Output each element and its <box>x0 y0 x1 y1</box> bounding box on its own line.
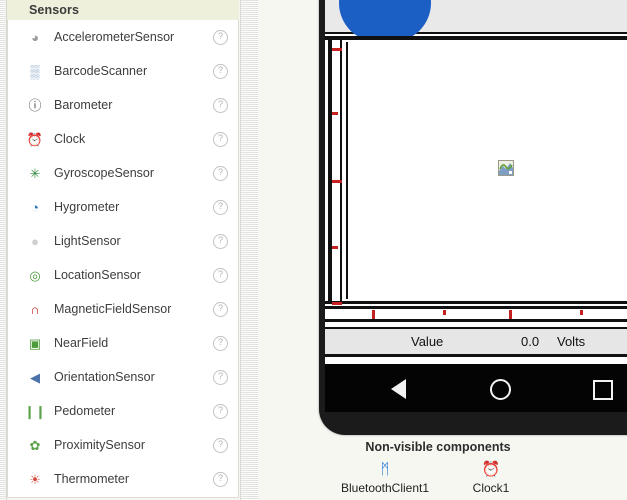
app-designer-root: Sensors ◕ AccelerometerSensor? ▒ BarcodeSca… <box>0 0 627 500</box>
help-icon[interactable]: ? <box>213 131 228 147</box>
barometer-icon: ⓘ <box>28 97 42 113</box>
vertical-tick <box>332 246 338 249</box>
canvas-container[interactable] <box>325 36 627 305</box>
help-icon[interactable]: ? <box>213 403 228 419</box>
help-icon[interactable]: ? <box>213 369 228 385</box>
viewer-panel: Value 0.0 Volts Non-visible components ᛗ… <box>249 0 627 500</box>
palette-item-thermometer[interactable]: ☀ Thermometer? <box>8 462 238 496</box>
palette-item-label: AccelerometerSensor <box>54 30 175 44</box>
palette-item-label: Clock <box>54 132 86 146</box>
palette-item-pedometer[interactable]: ❙❙ Pedometer? <box>8 394 238 428</box>
palette-item-label: BarcodeScanner <box>54 64 148 78</box>
canvas-surface[interactable] <box>346 42 627 299</box>
palette-item-nearfield[interactable]: ▣ NearField? <box>8 326 238 360</box>
clock-icon: ⏰ <box>26 131 44 147</box>
location-sensor-icon: ◎ <box>29 267 41 283</box>
help-icon[interactable]: ? <box>213 301 228 317</box>
horizontal-tick <box>372 310 375 319</box>
vertical-tick <box>332 48 342 51</box>
palette-item-label: MagneticFieldSensor <box>54 302 172 316</box>
non-visible-title: Non-visible components <box>365 440 511 454</box>
palette-item-label: LocationSensor <box>54 268 141 282</box>
non-visible-components-section: Non-visible components ᛗ BluetoothClient1… <box>249 438 627 500</box>
recent-square-icon[interactable] <box>593 380 613 400</box>
orientation-sensor-icon: ◀ <box>30 369 40 385</box>
horizontal-tick <box>509 310 512 319</box>
near-field-icon: ▣ <box>28 335 42 351</box>
phone-screen[interactable]: Value 0.0 Volts <box>325 0 627 364</box>
vertical-tick <box>332 180 342 183</box>
non-visible-item[interactable]: ⏰ Clock1 <box>445 461 537 495</box>
palette-item-label: NearField <box>54 336 109 350</box>
horizontal-ruler <box>325 306 627 322</box>
phone-viewer-frame: Value 0.0 Volts <box>319 0 627 435</box>
pedometer-icon: ❙❙ <box>24 403 46 419</box>
palette-item-label: LightSensor <box>54 234 121 248</box>
help-icon[interactable]: ? <box>213 437 228 453</box>
palette-item-label: Barometer <box>54 98 113 112</box>
android-navigation-bar <box>325 364 627 412</box>
palette-item-orientationsensor[interactable]: ◀ OrientationSensor? <box>8 360 238 394</box>
vertical-tick <box>332 302 342 305</box>
barcode-scanner-icon: ▒ <box>30 63 40 79</box>
light-sensor-icon: ● <box>31 233 39 249</box>
help-icon[interactable]: ? <box>213 165 228 181</box>
palette-item-locationsensor[interactable]: ◎ LocationSensor? <box>8 258 238 292</box>
palette-item-hygrometer[interactable]: ◔ Hygrometer? <box>8 190 238 224</box>
accelerometer-icon: ◕ <box>31 29 39 45</box>
non-visible-item-label: BluetoothClient1 <box>340 481 430 495</box>
thermometer-icon: ☀ <box>29 471 41 487</box>
palette-item-clock[interactable]: ⏰ Clock? <box>8 122 238 156</box>
horizontal-tick <box>443 310 446 315</box>
hygrometer-icon: ◔ <box>31 199 39 215</box>
vertical-tick <box>332 112 338 115</box>
value-unit: Volts <box>557 334 586 349</box>
home-circle-icon[interactable] <box>490 379 511 400</box>
palette-item-barcodescanner[interactable]: ▒ BarcodeScanner? <box>8 54 238 88</box>
viewer-scroll-rail[interactable] <box>249 0 258 500</box>
palette-item-magneticfieldsensor[interactable]: ∩ MagneticFieldSensor? <box>8 292 238 326</box>
back-triangle-icon[interactable] <box>391 379 406 399</box>
gyroscope-icon: ✳ <box>29 165 41 181</box>
bluetooth-icon: ᛗ <box>380 461 390 478</box>
palette-item-label: Hygrometer <box>54 200 120 214</box>
help-icon[interactable]: ? <box>213 267 228 283</box>
help-icon[interactable]: ? <box>213 63 228 79</box>
app-topbar <box>325 0 627 42</box>
value-label: Value <box>411 334 444 349</box>
palette-item-barometer[interactable]: ⓘ Barometer? <box>8 88 238 122</box>
non-visible-item[interactable]: ᛗ BluetoothClient1 <box>339 461 431 495</box>
palette-panel: Sensors ◕ AccelerometerSensor? ▒ BarcodeSca… <box>0 0 249 500</box>
palette-component-list[interactable]: ◕ AccelerometerSensor? ▒ BarcodeScanner? ⓘ Ba… <box>7 20 239 498</box>
palette-left-scroll-rail[interactable] <box>0 0 7 500</box>
palette-item-label: ProximitySensor <box>54 438 145 452</box>
help-icon[interactable]: ? <box>213 97 228 113</box>
non-visible-item-label: Clock1 <box>472 481 510 495</box>
palette-item-label: Thermometer <box>54 472 130 486</box>
clock-icon: ⏰ <box>481 461 501 478</box>
magnetic-field-icon: ∩ <box>30 301 40 317</box>
value-status-bar: Value 0.0 Volts <box>325 327 627 357</box>
horizontal-tick <box>580 310 583 315</box>
vertical-ruler <box>328 40 342 305</box>
image-placeholder-icon <box>498 160 514 176</box>
palette-item-label: GyroscopeSensor <box>54 166 155 180</box>
palette-item-label: OrientationSensor <box>54 370 155 384</box>
help-icon[interactable]: ? <box>213 233 228 249</box>
palette-section-title: Sensors <box>29 3 80 17</box>
non-visible-items: ᛗ BluetoothClient1 ⏰ Clock1 <box>249 461 627 495</box>
help-icon[interactable]: ? <box>213 471 228 487</box>
help-icon[interactable]: ? <box>213 29 228 45</box>
value-number: 0.0 <box>521 334 540 349</box>
help-icon[interactable]: ? <box>213 335 228 351</box>
palette-right-scroll-rail[interactable] <box>240 0 249 500</box>
palette-item-proximitysensor[interactable]: ✿ ProximitySensor? <box>8 428 238 462</box>
palette-item-gyroscopesensor[interactable]: ✳ GyroscopeSensor? <box>8 156 238 190</box>
palette-item-accelerometersensor[interactable]: ◕ AccelerometerSensor? <box>8 20 238 54</box>
palette-section-header-sensors[interactable]: Sensors <box>7 0 239 20</box>
palette-item-lightsensor[interactable]: ● LightSensor? <box>8 224 238 258</box>
palette-item-label: Pedometer <box>54 404 116 418</box>
proximity-sensor-icon: ✿ <box>29 437 41 453</box>
help-icon[interactable]: ? <box>213 199 228 215</box>
